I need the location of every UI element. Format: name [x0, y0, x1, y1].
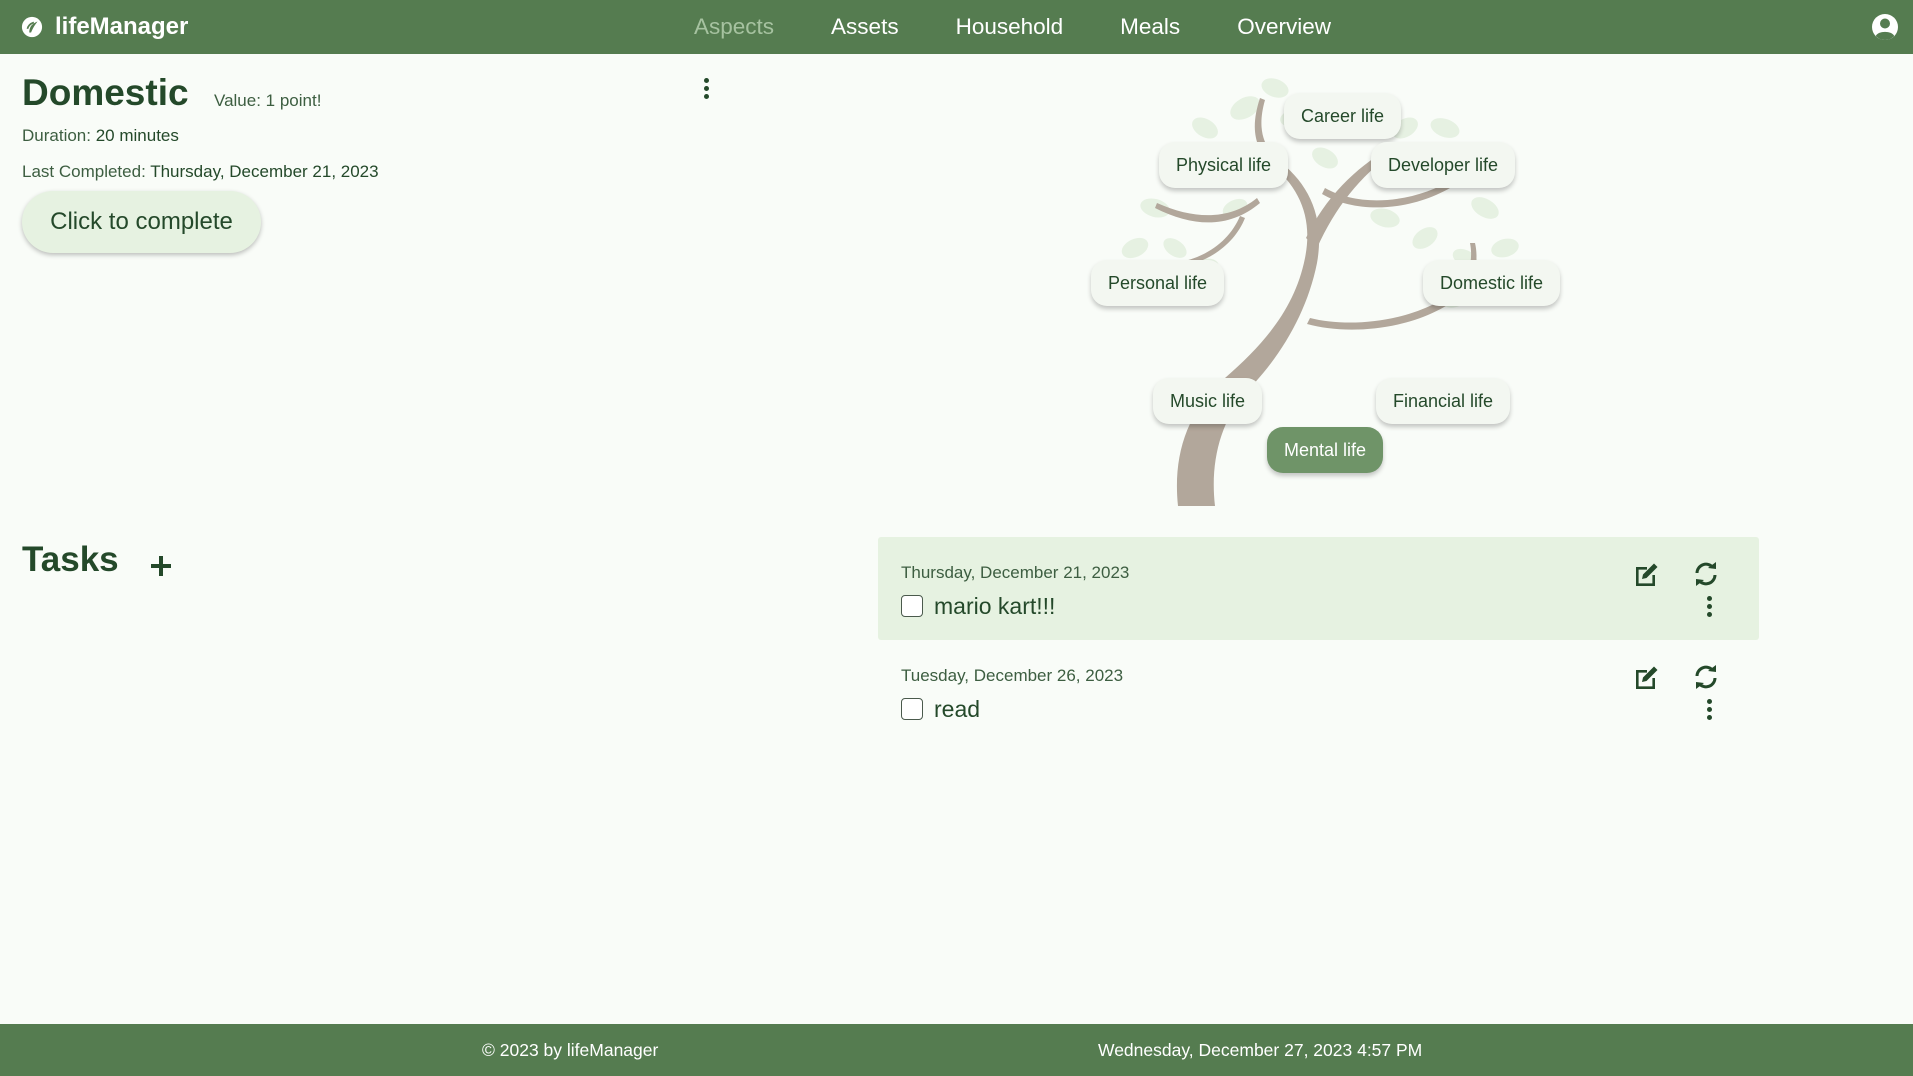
aspect-chip-music[interactable]: Music life	[1153, 378, 1263, 424]
aspect-chip-developer[interactable]: Developer life	[1371, 142, 1516, 188]
task-item: Tuesday, December 26, 2023 read	[878, 640, 1759, 743]
aspect-chip-financial[interactable]: Financial life	[1376, 378, 1511, 424]
aspect-last-completed: Last Completed: Thursday, December 21, 2…	[22, 162, 379, 182]
footer-datetime: Wednesday, December 27, 2023 4:57 PM	[1098, 1040, 1423, 1060]
aspect-value: Value: 1 point!	[214, 91, 322, 110]
main-nav: Aspects Assets Household Meals Overview	[694, 0, 1388, 54]
last-completed-value: Thursday, December 21, 2023	[150, 162, 379, 181]
edit-icon[interactable]	[1633, 664, 1659, 690]
aspect-title: Domestic	[22, 72, 189, 113]
aspect-duration: Duration: 20 minutes	[22, 126, 179, 146]
nav-overview[interactable]: Overview	[1237, 14, 1331, 40]
lifemanager-logo-icon	[21, 16, 43, 38]
refresh-icon[interactable]	[1693, 561, 1719, 587]
aspect-chip-personal[interactable]: Personal life	[1091, 260, 1225, 306]
brand[interactable]: lifeManager	[21, 0, 188, 54]
task-item: Thursday, December 21, 2023 mario kart!!…	[878, 537, 1759, 640]
task-checkbox[interactable]	[901, 698, 923, 720]
complete-button[interactable]: Click to complete	[22, 191, 261, 253]
aspect-chip-mental[interactable]: Mental life	[1267, 427, 1384, 473]
task-date: Tuesday, December 26, 2023	[901, 666, 1124, 685]
duration-value: 20 minutes	[95, 126, 179, 145]
footer: © 2023 by lifeManager Wednesday, Decembe…	[0, 1024, 1913, 1076]
last-completed-label: Last Completed:	[22, 162, 146, 181]
footer-copyright: © 2023 by lifeManager	[482, 1040, 659, 1060]
aspect-chip-physical[interactable]: Physical life	[1159, 142, 1289, 188]
add-task-icon[interactable]	[150, 555, 172, 577]
aspect-chip-career[interactable]: Career life	[1284, 93, 1402, 139]
task-label: read	[934, 696, 981, 722]
top-navbar: lifeManager Aspects Assets Household Mea…	[0, 0, 1913, 54]
aspect-tree: Career life Physical life Developer life…	[1085, 58, 1585, 506]
brand-name: lifeManager	[55, 13, 189, 40]
tasks-heading: Tasks	[22, 540, 119, 579]
aspect-menu-icon[interactable]	[704, 78, 709, 99]
duration-label: Duration:	[22, 126, 91, 145]
task-date: Thursday, December 21, 2023	[901, 563, 1130, 582]
task-checkbox[interactable]	[901, 595, 923, 617]
nav-assets[interactable]: Assets	[831, 14, 899, 40]
edit-icon[interactable]	[1633, 561, 1659, 587]
refresh-icon[interactable]	[1693, 664, 1719, 690]
task-label: mario kart!!!	[934, 593, 1056, 619]
task-menu-icon[interactable]	[1707, 699, 1712, 720]
nav-household[interactable]: Household	[956, 14, 1064, 40]
aspect-chip-domestic[interactable]: Domestic life	[1423, 260, 1561, 306]
task-menu-icon[interactable]	[1707, 596, 1712, 617]
user-account-icon[interactable]	[1871, 13, 1899, 41]
nav-meals[interactable]: Meals	[1120, 14, 1180, 40]
nav-aspects[interactable]: Aspects	[694, 14, 774, 40]
